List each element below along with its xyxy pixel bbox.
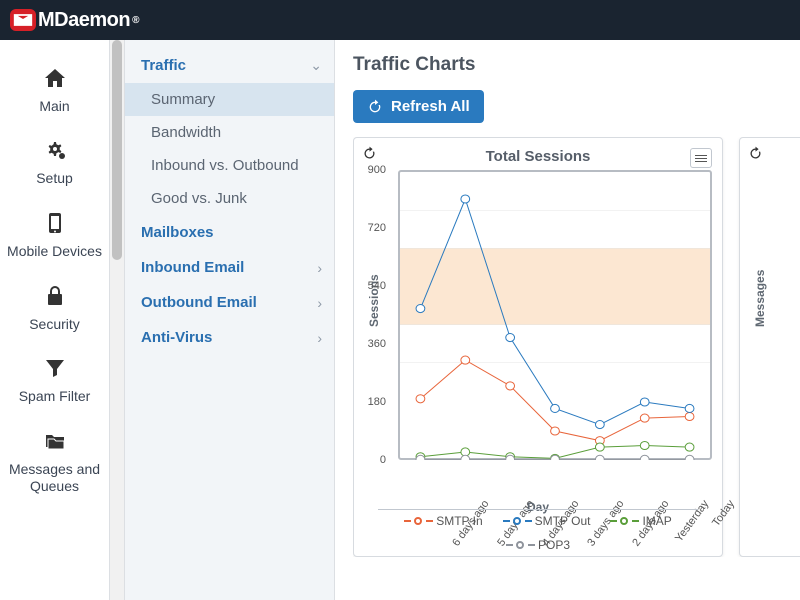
refresh-all-button[interactable]: Refresh All [353,90,484,123]
chevron-right-icon: › [317,330,322,346]
page-title: Traffic Charts [353,54,800,76]
legend-item[interactable]: IMAP [610,514,671,528]
chart-y-axis-label: Messages [753,270,767,327]
primary-nav: Main Setup Mobile Devices Security Spam Filt… [0,40,110,600]
subnav-label: Mailboxes [141,224,214,241]
lock-icon [42,284,68,312]
nav-item-main[interactable]: Main [0,52,109,125]
subnav-traffic[interactable]: Traffic ⌄ [125,48,334,83]
brand-icon [10,9,36,31]
nav-label: Messages and Queues [4,461,105,495]
refresh-button-label: Refresh All [391,98,470,115]
chart-card-sessions: Total Sessions Sessions 0180360540720900… [353,137,723,557]
chevron-right-icon: › [317,295,322,311]
nav-label: Spam Filter [19,388,91,405]
legend-item[interactable]: SMTP In [404,514,482,528]
brand-reg: ® [132,15,139,26]
subnav-child-summary[interactable]: Summary [125,83,334,116]
nav-item-security[interactable]: Security [0,270,109,343]
legend-item[interactable]: SMTP Out [503,514,591,528]
main-content: Traffic Charts Refresh All Total Session… [335,40,800,600]
nav-item-mobile[interactable]: Mobile Devices [0,197,109,270]
subnav-child-io[interactable]: Inbound vs. Outbound [125,149,334,182]
subnav-mailboxes[interactable]: Mailboxes [125,215,334,250]
chart-plot-area [398,170,712,460]
scroll-thumb[interactable] [112,40,122,260]
refresh-icon [367,99,383,115]
app-header: MDaemon ® [0,0,800,40]
subnav-child-bandwidth[interactable]: Bandwidth [125,116,334,149]
brand-logo: MDaemon ® [10,9,139,32]
chevron-down-icon: ⌄ [310,57,322,74]
subnav-label: Anti-Virus [141,329,212,346]
chevron-right-icon: › [317,260,322,276]
folder-icon [42,429,68,457]
secondary-nav: Traffic ⌄ SummaryBandwidthInbound vs. Ou… [125,40,335,600]
nav-label: Mobile Devices [7,243,102,260]
nav-label: Main [39,98,69,115]
chart-y-ticks: 0180360540720900 [362,170,386,460]
subnav-label: Outbound Email [141,294,257,311]
nav-scrollbar[interactable] [110,40,125,600]
cogs-icon [42,139,68,167]
subnav-label: Inbound Email [141,259,244,276]
subnav-antivirus[interactable]: Anti-Virus › [125,320,334,355]
card-refresh-button[interactable] [748,146,763,166]
refresh-icon [748,146,763,161]
legend-item[interactable]: POP3 [506,538,570,552]
subnav-inbound[interactable]: Inbound Email › [125,250,334,285]
nav-item-spam[interactable]: Spam Filter [0,342,109,415]
nav-label: Security [29,316,80,333]
nav-item-setup[interactable]: Setup [0,125,109,198]
chart-card-messages: Messages [739,137,800,557]
chart-title: Total Sessions [354,148,722,165]
filter-icon [42,356,68,384]
subnav-outbound[interactable]: Outbound Email › [125,285,334,320]
brand-name: MDaemon [38,9,130,32]
nav-label: Setup [36,170,73,187]
phone-icon [42,211,68,239]
chart-legend: SMTP In SMTP Out IMAP POP3 [378,509,698,552]
nav-item-queues[interactable]: Messages and Queues [0,415,109,504]
subnav-child-gj[interactable]: Good vs. Junk [125,182,334,215]
home-icon [42,66,68,94]
subnav-label: Traffic [141,57,186,74]
